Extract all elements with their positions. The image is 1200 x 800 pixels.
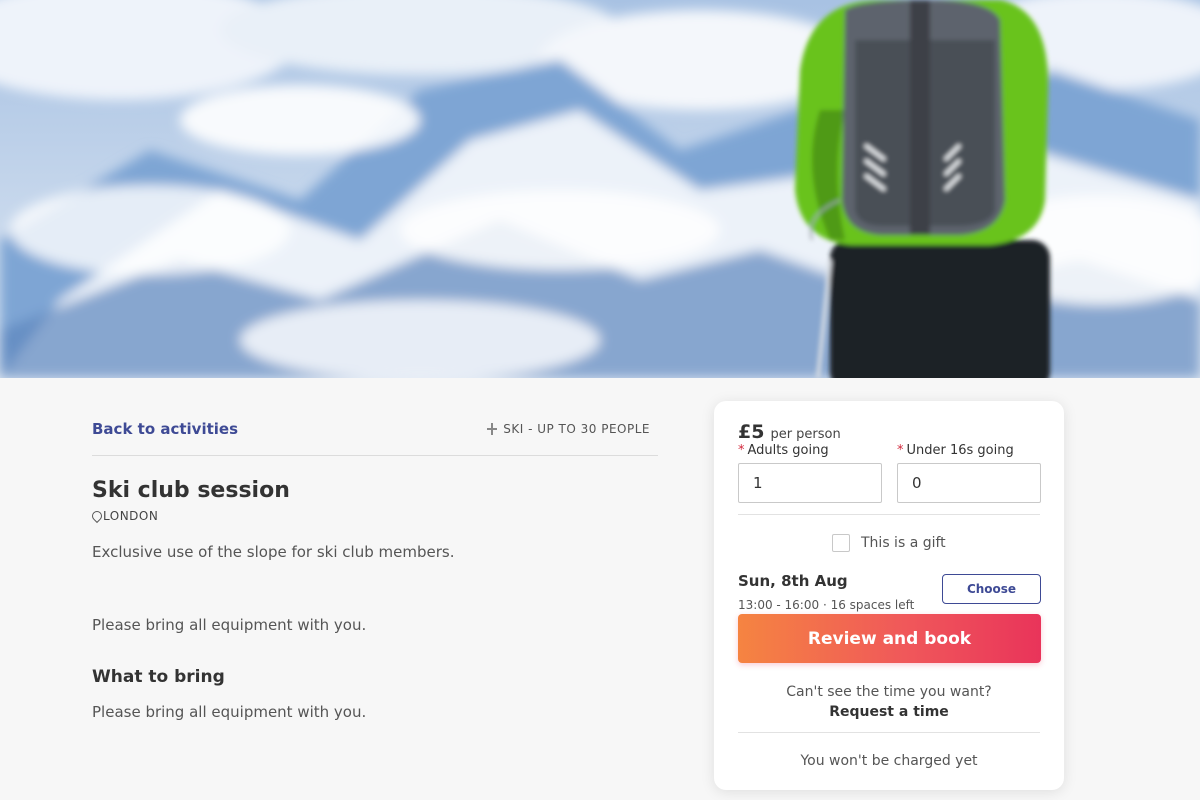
- divider: [738, 732, 1040, 733]
- activity-meta: SKI - UP TO 30 PEOPLE: [486, 422, 650, 436]
- activity-description: Exclusive use of the slope for ski club …: [92, 543, 455, 561]
- cant-see-time-text: Can't see the time you want?: [786, 684, 992, 700]
- activity-note: Please bring all equipment with you.: [92, 616, 367, 634]
- divider: [92, 455, 658, 456]
- price: £5: [738, 421, 765, 443]
- hero-image: [0, 0, 1200, 378]
- location: LONDON: [92, 509, 158, 523]
- gift-option[interactable]: This is a gift: [832, 534, 946, 552]
- what-to-bring-heading: What to bring: [92, 667, 225, 687]
- page-title: Ski club session: [92, 478, 290, 503]
- under16-label: * Under 16s going: [897, 443, 1014, 458]
- choose-date-button[interactable]: Choose: [942, 574, 1041, 604]
- adults-label-text: Adults going: [747, 443, 829, 458]
- booking-card: £5 per person *Adults going *Under 16s g…: [714, 401, 1064, 790]
- location-label: LONDON: [103, 509, 159, 523]
- charge-notice: You won't be charged yet: [800, 753, 978, 769]
- session-date: Sun, 8th Aug: [738, 572, 848, 590]
- request-time-link[interactable]: Request a time: [714, 704, 1064, 720]
- required-marker: *: [738, 443, 745, 458]
- divider: [738, 514, 1040, 515]
- gift-checkbox[interactable]: [832, 534, 850, 552]
- map-pin-icon: [92, 511, 100, 521]
- price-row: £5 per person: [738, 421, 841, 443]
- back-to-activities-link[interactable]: Back to activities: [92, 420, 238, 438]
- session-slot: 13:00 - 16:00 · 16 spaces left: [738, 598, 915, 612]
- ski-icon: [486, 423, 498, 435]
- price-unit: per person: [770, 427, 841, 442]
- adults-label: * Adults going: [738, 443, 829, 458]
- review-and-book-button[interactable]: Review and book: [738, 614, 1041, 663]
- hero-photo: [0, 0, 1200, 378]
- under16-label-text: Under 16s going: [906, 443, 1014, 458]
- gift-label: This is a gift: [861, 535, 946, 551]
- required-marker: *: [897, 443, 904, 458]
- under16s-going-input[interactable]: [897, 463, 1041, 503]
- what-to-bring-body: Please bring all equipment with you.: [92, 703, 367, 721]
- activity-meta-label: SKI - UP TO 30 PEOPLE: [503, 422, 650, 436]
- adults-going-input[interactable]: [738, 463, 882, 503]
